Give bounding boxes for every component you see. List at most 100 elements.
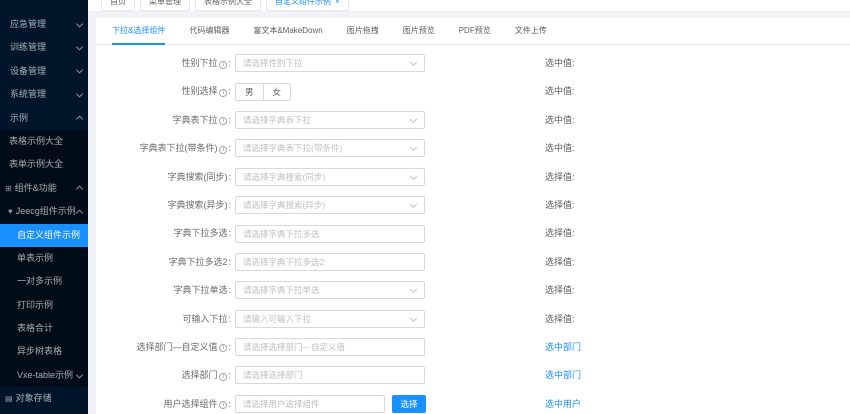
sidebar-item[interactable]: 单表示例 [0,246,88,271]
field-colon: : [228,143,231,154]
page-tab[interactable]: 菜单管理 [140,0,190,11]
info-icon[interactable]: i [219,88,228,97]
sidebar-item[interactable]: Vxe-table示例 [0,363,88,388]
content-tab[interactable]: 图片预览 [403,18,435,44]
sidebar-item[interactable]: 训练管理 [0,36,88,59]
select-field[interactable]: 请选择字典搜索(异步) [235,196,425,215]
sidebar-item-label: 示例 [10,112,29,123]
info-icon[interactable]: i [219,344,228,353]
sidebar: 应急管理 训练管理 设备管理 系统管理示例表格示例大全表单示例大全 ⊞ 组件&功能 ♥ Jee… [0,0,88,414]
placeholder-text: 请选择字典表下拉 [243,114,312,125]
content-tab[interactable]: 下拉&选择组件 [112,18,166,45]
info-icon[interactable]: i [219,117,228,126]
page-tab-label: 首页 [110,0,126,6]
sidebar-item[interactable]: 设备管理 [0,60,88,83]
field-label: 性别选择 i: [96,77,231,105]
sidebar-item[interactable]: 自定义组件示例 [0,223,88,247]
info-icon[interactable]: i [219,372,228,381]
content-tab[interactable]: 文件上传 [515,18,547,44]
sidebar-item[interactable]: 表格示例大全 [0,129,88,154]
form-row: 字典表下拉 i: 请选择字典表下拉 选中值: [96,106,850,134]
selected-value-label: 选中值: [545,86,575,97]
field-colon: : [228,285,231,296]
sidebar-item[interactable]: 应急管理 [0,13,88,36]
placeholder-text: 请选择字典下拉多选 [243,228,320,239]
radio-option[interactable]: 男 [235,82,264,101]
sidebar-item-label: 对象存储 [15,393,52,404]
input-field[interactable]: 请选择选择部门—自定义值 [235,338,425,357]
sidebar-item-label: 表格合计 [17,323,54,334]
select-demo-form: 性别下拉 i: 请选择性别下拉 选中值: 性别选择 i: 男女选中值: 字典表下拉 i: 请选择字… [96,49,850,414]
content-tab[interactable]: 代码编辑器 [189,18,229,44]
field-colon: : [228,171,231,182]
select-field[interactable]: 请选择性别下拉 [235,54,425,73]
selected-value-label: 选中值: [545,58,575,68]
input-field[interactable]: 请选择字典下拉多选2 [235,252,425,271]
input-field[interactable]: 请选择用户选择组件 [235,394,385,413]
field-label-text: 选择部门 [181,370,218,381]
field-label: 字典搜索(异步): [96,191,231,219]
sidebar-item[interactable]: 表格合计 [0,317,88,341]
info-icon[interactable]: i [219,145,228,154]
field-colon: : [228,58,231,68]
field-label: 字典搜索(同步): [96,163,231,191]
select-field[interactable]: 请选择字典表下拉 [235,110,425,129]
field-colon: : [228,313,231,324]
select-field[interactable]: 请选择字典下拉单选 [235,281,425,300]
sidebar-item[interactable]: 异步树表格 [0,340,88,364]
sidebar-item-label: Vxe-table示例 [17,369,74,380]
selected-value-label: 选择值: [545,171,575,182]
page-tab[interactable]: 自定义组件示例 × [266,0,349,11]
sidebar-item[interactable]: 打印示例 [0,293,88,318]
form-row: 字典表下拉(带条件) i: 请选择字典表下拉(带条件) 选中值: [96,134,850,162]
sidebar-item-label: 组件&功能 [14,182,57,193]
radio-option[interactable]: 女 [263,82,292,101]
field-colon: : [228,199,231,210]
field-label: 选择部门—自定义值 i: [96,333,231,361]
placeholder-text: 请输入可输入下拉 [243,313,312,324]
sidebar-item-label: 表格示例大全 [9,135,64,146]
close-icon[interactable]: × [335,0,340,6]
input-field[interactable]: 请选择字典下拉多选 [235,224,425,243]
chevron-down-icon [75,20,84,28]
content-tab[interactable]: 图片拖拽 [347,18,379,44]
form-row: 字典下拉多选2: 请选择字典下拉多选2 选择值: [96,248,850,276]
chevron-down-icon [409,115,418,124]
placeholder-text: 请选择选择部门 [243,370,303,381]
sidebar-item[interactable]: 系统管理 [0,83,88,106]
sidebar-item[interactable]: ♥ Jeecg组件示例 [0,200,88,224]
sidebar-item-label: 自定义组件示例 [17,229,81,240]
select-field[interactable]: 请选择字典搜索(同步) [235,167,425,186]
sidebar-item[interactable]: 表单示例大全 [0,153,88,177]
input-field[interactable]: 请选择选择部门 [235,366,425,385]
select-user-button[interactable]: 选择 [392,394,426,413]
field-label: 字典下拉多选: [96,219,231,247]
field-label-text: 字典下拉单选 [173,285,228,296]
field-label: 性别下拉 i: [96,49,231,77]
field-colon: : [228,114,231,125]
chevron-down-icon [409,59,418,67]
content-tab[interactable]: PDF预览 [459,18,491,44]
sidebar-item[interactable]: 示例 [0,107,88,130]
field-label: 可输入下拉: [96,305,231,333]
page-tab[interactable]: 表格示例大全 [195,0,261,11]
content-tab[interactable]: 富文本&MakeDown [253,18,322,44]
sidebar-item[interactable]: 一对多示例 [0,270,88,294]
chevron-down-icon [409,314,418,322]
page-tab[interactable]: 首页 [101,0,135,11]
sidebar-item[interactable]: ⊞ 组件&功能 [0,176,88,201]
selected-value-label: 选中值: [545,143,575,154]
gender-radio-group: 男女 [235,82,292,101]
placeholder-text: 请选择用户选择组件 [243,398,320,409]
field-label-text: 可输入下拉 [182,313,228,324]
info-icon[interactable]: i [219,60,228,69]
select-field[interactable]: 请输入可输入下拉 [235,309,425,328]
field-label: 用户选择组件 i: [96,390,231,414]
chevron-down-icon [409,286,418,294]
select-field[interactable]: 请选择字典表下拉(带条件) [235,139,425,158]
chevron-up-icon [75,185,84,193]
selected-value-label: 选择值: [545,228,575,239]
sidebar-item-label: 异步树表格 [17,346,63,357]
info-icon[interactable]: i [219,401,228,410]
sidebar-item[interactable]: ▤ 对象存储 [0,387,88,410]
